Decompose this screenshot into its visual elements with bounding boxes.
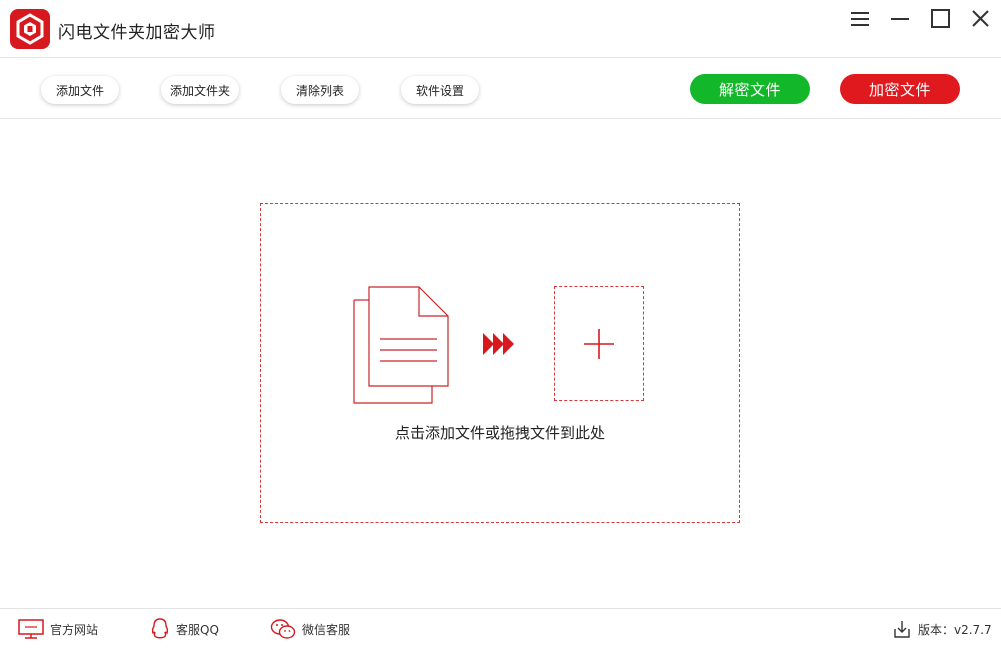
maximize-button[interactable] xyxy=(928,8,952,30)
wechat-icon xyxy=(270,619,296,639)
official-site-link[interactable]: 官方网站 xyxy=(18,618,98,640)
close-button[interactable] xyxy=(968,8,992,30)
minimize-button[interactable] xyxy=(888,8,912,30)
document-stack-icon xyxy=(353,286,449,404)
add-file-button[interactable]: 添加文件 xyxy=(41,76,119,104)
clear-list-button[interactable]: 清除列表 xyxy=(281,76,359,104)
qq-support-link[interactable]: 客服QQ xyxy=(150,618,219,640)
encrypt-file-button[interactable]: 加密文件 xyxy=(840,74,960,104)
settings-button[interactable]: 软件设置 xyxy=(401,76,479,104)
qq-penguin-icon xyxy=(151,618,169,639)
decrypt-file-button[interactable]: 解密文件 xyxy=(690,74,810,104)
maximize-icon xyxy=(931,9,950,28)
title-bar: 闪电文件夹加密大师 xyxy=(0,0,1001,58)
qq-support-label: 客服QQ xyxy=(176,622,219,637)
version-check[interactable]: 版本：v2.7.7 xyxy=(892,618,992,640)
add-file-target[interactable] xyxy=(554,286,644,401)
app-logo-icon xyxy=(10,9,50,49)
status-footer: 官方网站 客服QQ 微信客服 版本：v2.7.7 xyxy=(0,608,1001,648)
official-site-label: 官方网站 xyxy=(50,622,99,637)
menu-icon xyxy=(851,12,869,26)
file-drop-zone[interactable]: 点击添加文件或拖拽文件到此处 xyxy=(260,203,740,523)
wechat-support-label: 微信客服 xyxy=(302,622,351,637)
toolbar: 添加文件 添加文件夹 清除列表 软件设置 解密文件 加密文件 xyxy=(0,59,1001,119)
plus-icon xyxy=(584,329,614,359)
app-title: 闪电文件夹加密大师 xyxy=(58,23,216,43)
drop-hint-text: 点击添加文件或拖拽文件到此处 xyxy=(394,424,605,442)
download-icon xyxy=(894,621,910,638)
close-icon xyxy=(972,10,989,27)
monitor-icon xyxy=(18,619,44,639)
minimize-icon xyxy=(891,18,909,20)
triple-arrow-icon xyxy=(483,333,514,355)
menu-button[interactable] xyxy=(848,8,872,30)
version-label: 版本：v2.7.7 xyxy=(918,622,992,637)
add-folder-button[interactable]: 添加文件夹 xyxy=(161,76,239,104)
wechat-support-link[interactable]: 微信客服 xyxy=(270,618,350,640)
